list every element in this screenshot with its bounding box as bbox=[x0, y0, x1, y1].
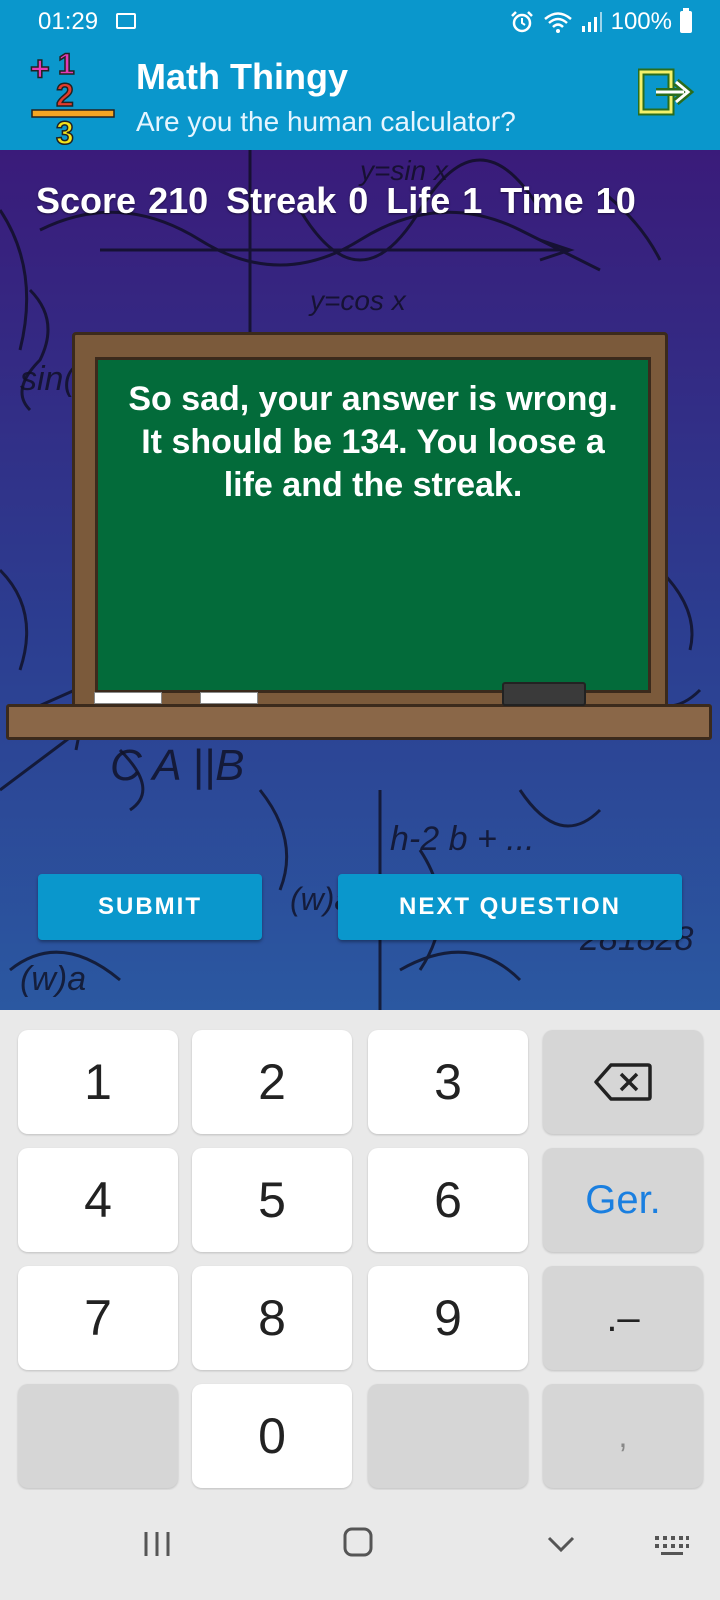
eraser bbox=[502, 682, 586, 706]
alarm-icon bbox=[510, 11, 533, 33]
feedback-message: So sad, your answer is wrong. It should … bbox=[128, 380, 618, 504]
chalkboard-frame: So sad, your answer is wrong. It should … bbox=[72, 332, 668, 710]
key-blank-right[interactable] bbox=[368, 1384, 528, 1488]
key-comma[interactable]: , bbox=[543, 1384, 703, 1488]
svg-text:(w)a: (w)a bbox=[20, 960, 86, 998]
keyboard-icon[interactable] bbox=[654, 1534, 690, 1556]
chalk-piece bbox=[200, 692, 258, 704]
key-6[interactable]: 6 bbox=[368, 1148, 528, 1252]
app-bar: + 1 2 3 Math Thingy Are you the human ca… bbox=[0, 44, 720, 150]
submit-button[interactable]: SUBMIT bbox=[38, 874, 262, 940]
key-2[interactable]: 2 bbox=[192, 1030, 352, 1134]
life-label: Life bbox=[386, 180, 451, 221]
backspace-icon bbox=[594, 1063, 652, 1101]
status-right: 100% bbox=[509, 8, 692, 36]
game-area: y=sin x y=cos x C A ||B h-2 b + ... 2818… bbox=[0, 150, 720, 1010]
key-go[interactable]: Ger. bbox=[543, 1148, 703, 1252]
score-stat: Score 210 bbox=[36, 180, 208, 222]
score-bar: Score 210 Streak 0 Life 1 Time 10 bbox=[36, 180, 686, 222]
app-title: Math Thingy bbox=[136, 56, 348, 97]
signal-icon bbox=[581, 12, 602, 32]
next-question-button[interactable]: NEXT QUESTION bbox=[338, 874, 682, 940]
key-8[interactable]: 8 bbox=[192, 1266, 352, 1370]
score-value: 210 bbox=[148, 180, 209, 221]
svg-text:h-2 b + ...: h-2 b + ... bbox=[390, 820, 535, 858]
chalk-tray bbox=[6, 704, 712, 740]
system-nav-bar bbox=[0, 1490, 720, 1600]
streak-label: Streak bbox=[226, 180, 337, 221]
key-7[interactable]: 7 bbox=[18, 1266, 178, 1370]
battery-percent: 100% bbox=[610, 8, 672, 35]
time-value: 10 bbox=[595, 180, 636, 221]
image-icon bbox=[116, 13, 136, 29]
time-label: Time bbox=[500, 180, 584, 221]
life-stat: Life 1 bbox=[386, 180, 482, 222]
life-value: 1 bbox=[462, 180, 483, 221]
home-icon[interactable] bbox=[342, 1526, 374, 1558]
recent-apps-icon[interactable] bbox=[142, 1530, 172, 1558]
exit-icon[interactable] bbox=[638, 68, 696, 116]
wifi-icon bbox=[543, 12, 572, 33]
chalk-piece bbox=[94, 692, 162, 704]
key-4[interactable]: 4 bbox=[18, 1148, 178, 1252]
key-5[interactable]: 5 bbox=[192, 1148, 352, 1252]
logo-plus: + bbox=[30, 50, 50, 88]
key-blank-left[interactable] bbox=[18, 1384, 178, 1488]
chalkboard: So sad, your answer is wrong. It should … bbox=[6, 332, 712, 762]
back-chevron-icon[interactable] bbox=[546, 1534, 576, 1554]
key-1[interactable]: 1 bbox=[18, 1030, 178, 1134]
chalkboard-surface: So sad, your answer is wrong. It should … bbox=[95, 357, 651, 693]
numeric-keyboard: 1 2 3 4 5 6 Ger. 7 8 9 .– 0 , bbox=[0, 1010, 720, 1490]
streak-value: 0 bbox=[348, 180, 369, 221]
status-time: 01:29 bbox=[38, 8, 99, 35]
time-stat: Time 10 bbox=[500, 180, 635, 222]
key-3[interactable]: 3 bbox=[368, 1030, 528, 1134]
status-bar: 01:29 100% bbox=[0, 0, 720, 44]
app-logo-icon: + 1 2 3 bbox=[29, 47, 115, 148]
battery-icon bbox=[680, 8, 692, 33]
key-9[interactable]: 9 bbox=[368, 1266, 528, 1370]
app-subtitle: Are you the human calculator? bbox=[136, 106, 516, 137]
key-backspace[interactable] bbox=[543, 1030, 703, 1134]
score-label: Score bbox=[36, 180, 137, 221]
logo-three: 3 bbox=[56, 115, 74, 148]
logo-two: 2 bbox=[56, 77, 74, 113]
svg-text:y=cos x: y=cos x bbox=[308, 285, 407, 316]
streak-stat: Streak 0 bbox=[226, 180, 368, 222]
key-dot-minus[interactable]: .– bbox=[543, 1266, 703, 1370]
key-0[interactable]: 0 bbox=[192, 1384, 352, 1488]
